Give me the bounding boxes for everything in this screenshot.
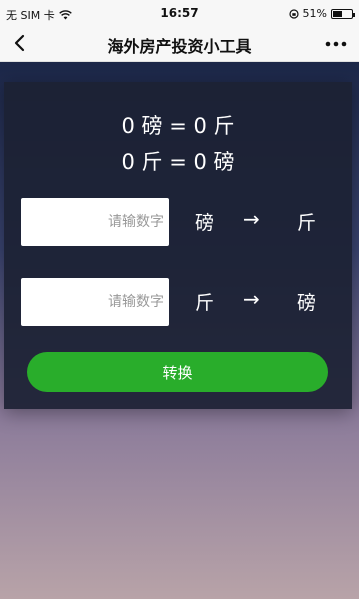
result-pound-to-jin: 0 磅 = 0 斤 bbox=[121, 114, 235, 138]
pound-input[interactable] bbox=[21, 198, 169, 246]
battery-percent: 51% bbox=[302, 7, 327, 20]
to-unit-label: 斤 bbox=[297, 212, 317, 234]
to-unit-label: 磅 bbox=[297, 292, 317, 314]
nav-bar: 海外房产投资小工具 bbox=[0, 26, 359, 62]
back-icon[interactable] bbox=[8, 31, 32, 55]
status-right: 51% bbox=[288, 7, 355, 20]
battery-icon bbox=[331, 8, 355, 19]
convert-button[interactable]: 转换 bbox=[27, 352, 328, 392]
orientation-lock-icon bbox=[288, 8, 299, 19]
arrow-icon: → bbox=[243, 207, 260, 231]
content-area: 0 磅 = 0 斤 0 斤 = 0 磅 磅 → 斤 斤 → 磅 转换 bbox=[0, 62, 359, 599]
battery-level bbox=[333, 10, 343, 17]
from-unit-label: 斤 bbox=[195, 292, 215, 314]
page-title: 海外房产投资小工具 bbox=[107, 37, 252, 56]
arrow-icon: → bbox=[243, 287, 260, 311]
pound-to-jin-row: 磅 → 斤 bbox=[21, 198, 341, 246]
jin-to-pound-row: 斤 → 磅 bbox=[21, 278, 341, 326]
converter-card: 0 磅 = 0 斤 0 斤 = 0 磅 磅 → 斤 斤 → 磅 转换 bbox=[4, 82, 352, 409]
from-unit-label: 磅 bbox=[195, 212, 215, 234]
status-bar: 无 SIM 卡 16:57 51% bbox=[0, 0, 359, 26]
more-icon[interactable] bbox=[323, 32, 349, 56]
jin-input[interactable] bbox=[21, 278, 169, 326]
result-jin-to-pound: 0 斤 = 0 磅 bbox=[121, 150, 235, 174]
